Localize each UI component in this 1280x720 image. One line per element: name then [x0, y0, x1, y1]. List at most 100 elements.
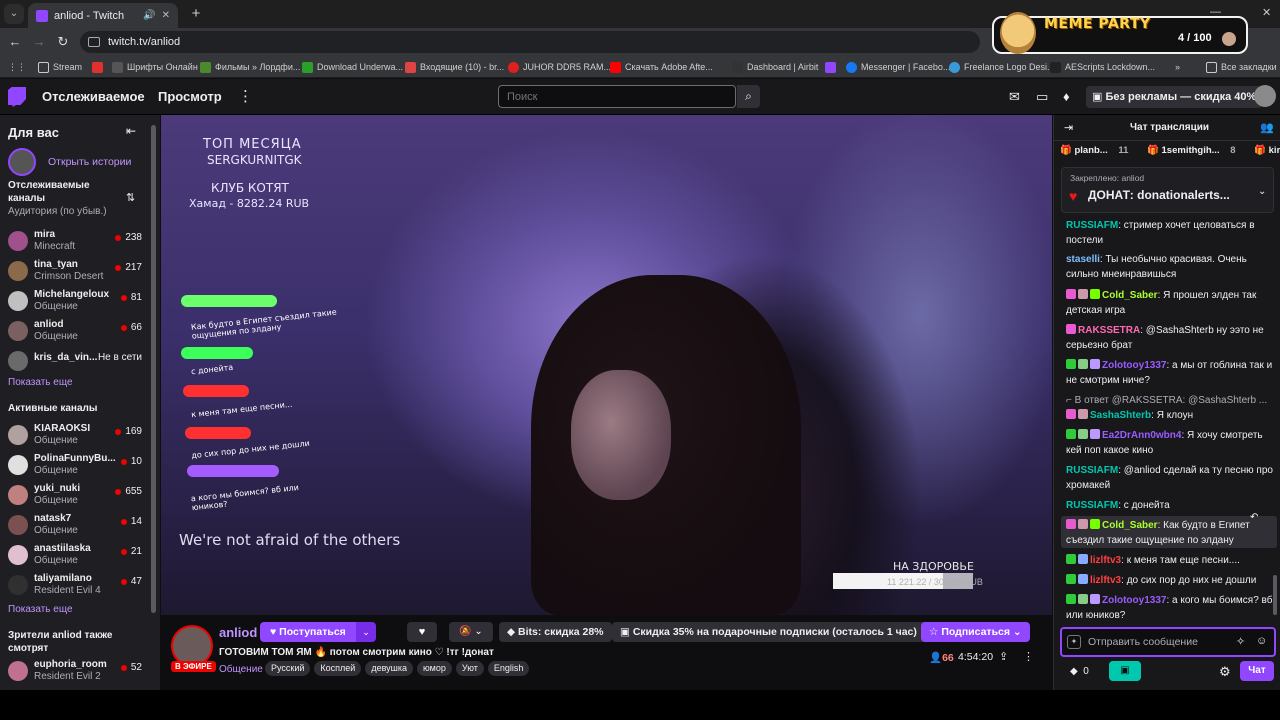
sidebar-channel-taliyamilano[interactable]: taliyamilano Resident Evil 4 47	[8, 571, 146, 599]
chevron-down-icon[interactable]: ⌄	[1258, 186, 1266, 197]
nav-browse[interactable]: Просмотр	[158, 89, 222, 104]
sidebar-channel-anliod[interactable]: anliod Общение 66	[8, 317, 146, 345]
chat-message[interactable]: RUSSIAFM: с донейта	[1066, 498, 1274, 513]
sidebar-channel-anastiilaska[interactable]: anastiilaska Общение 21	[8, 541, 146, 569]
tag[interactable]: Русский	[265, 661, 311, 676]
bookmark-item[interactable]: Все закладки	[1206, 60, 1277, 74]
chat-message[interactable]: RUSSIAFM: @anliod сделай ка ту песню про…	[1066, 463, 1274, 493]
twitch-logo-icon[interactable]	[8, 87, 26, 107]
chat-message[interactable]: Zolotooy1337: а кого мы боимся? вб или ю…	[1066, 593, 1274, 623]
nav-following[interactable]: Отслеживаемое	[42, 89, 145, 104]
collapse-sidebar-icon[interactable]: ⇤	[126, 124, 136, 138]
reply-reference[interactable]: ⌐ В ответ @RAKSSETRA: @SashaShterb ...	[1066, 393, 1274, 408]
bookmark-item[interactable]: AEScripts Lockdown...	[1050, 60, 1155, 74]
show-more-followed-link[interactable]: Показать еще	[8, 377, 73, 388]
bookmark-item[interactable]: Скачать Adobe Afte...	[610, 60, 713, 74]
gifter-item[interactable]: 🎁 1semithgih... 8	[1147, 145, 1243, 156]
chat-message[interactable]: lizlftv3: к меня там еще песни....	[1066, 553, 1274, 568]
speaker-icon[interactable]: 🔊	[143, 10, 155, 21]
gifter-item[interactable]: 🎁 planb... 11	[1060, 145, 1136, 156]
gift-icon[interactable]: ▣	[1109, 661, 1141, 681]
chevron-down-icon[interactable]: ⌄	[356, 622, 376, 642]
bookmark-item[interactable]: Freelance Logo Desi...	[949, 60, 1055, 74]
chat-message[interactable]: lizlftv3: до сих пор до них не дошли	[1066, 573, 1274, 588]
share-icon[interactable]: ⇪	[999, 650, 1008, 663]
tag[interactable]: Косплей	[314, 661, 362, 676]
meme-party-widget[interactable]: MEME PARTY 4 / 100	[992, 12, 1248, 54]
bookmark-item[interactable]	[92, 60, 103, 74]
pinned-message[interactable]: Закреплено: anliod ♥ ДОНАТ: donationaler…	[1061, 167, 1274, 213]
apps-icon[interactable]: ⋮⋮	[8, 60, 26, 74]
chat-message[interactable]: Zolotooy1337: а мы от гоблина так и не с…	[1066, 358, 1274, 388]
stories-button[interactable]: Открыть истории	[8, 148, 131, 176]
user-avatar[interactable]	[1254, 85, 1276, 107]
prime-icon[interactable]: ♦	[1063, 89, 1070, 104]
more-bookmarks-icon[interactable]: »	[1175, 60, 1180, 74]
sidebar-channel-natask7[interactable]: natask7 Общение 14	[8, 511, 146, 539]
inbox-icon[interactable]: ✉	[1009, 89, 1020, 105]
subscribe-button[interactable]: ☆ Подписаться ⌄	[921, 622, 1030, 642]
reload-icon[interactable]: ↻	[54, 33, 72, 51]
sidebar-channel-yuki-nuki[interactable]: yuki_nuki Общение 655	[8, 481, 146, 509]
show-more-active-link[interactable]: Показать еще	[8, 604, 73, 615]
chat-message[interactable]: SashaShterb: Я клоун	[1066, 408, 1274, 423]
tag[interactable]: Уют	[455, 661, 484, 676]
sidebar-channel-kris-da-vin[interactable]: kris_da_vin... Не в сети	[8, 347, 146, 375]
points-icon[interactable]: ✦	[1067, 635, 1081, 649]
reply-icon[interactable]: ↶	[1250, 512, 1258, 523]
browser-tab[interactable]: anliod - Twitch 🔊 ✕	[28, 3, 178, 28]
tab-search-button[interactable]: ⌄	[4, 4, 24, 24]
new-tab-button[interactable]: +	[186, 4, 206, 24]
forward-icon[interactable]: →	[30, 33, 48, 51]
sidebar-channel-mira[interactable]: mira Minecraft 238	[8, 227, 146, 255]
no-ads-button[interactable]: ▣ Без рекламы — скидка 40%	[1086, 86, 1263, 108]
more-options-icon[interactable]: ⋮	[1023, 650, 1034, 663]
video-player[interactable]: ТОП МЕСЯЦА SERGKURNITGK КЛУБ КОТЯТ Хамад…	[161, 115, 1052, 615]
bookmark-item[interactable]: Фильмы » Лордфи...	[200, 60, 300, 74]
community-icon[interactable]: 👥	[1260, 121, 1274, 134]
heart-button[interactable]: ♥	[407, 622, 437, 642]
chat-input[interactable]: ✦ Отправить сообщение ✧ ☺	[1060, 627, 1276, 657]
sidebar-scrollbar[interactable]	[151, 125, 156, 613]
close-window-icon[interactable]: ✕	[1262, 6, 1271, 19]
bookmark-item[interactable]: Download Underwa...	[302, 60, 403, 74]
tag[interactable]: девушка	[365, 661, 414, 676]
sort-icon[interactable]: ⇅	[126, 191, 135, 204]
sidebar-channel-tina-tyan[interactable]: tina_tyan Crimson Desert 217	[8, 257, 146, 285]
gift-subs-offer-button[interactable]: ▣ Скидка 35% на подарочные подписки (ост…	[612, 622, 937, 642]
magic-icon[interactable]: ✧	[1236, 635, 1245, 648]
chat-message[interactable]: RAKSSETRA: @SashaShterb ну ээто не серье…	[1066, 323, 1274, 353]
url-field[interactable]: twitch.tv/anliod	[80, 31, 980, 53]
chat-scrollbar[interactable]	[1273, 575, 1277, 615]
whispers-icon[interactable]: ▭	[1036, 89, 1048, 105]
notifications-button[interactable]: 🔕 ⌄	[449, 622, 493, 642]
close-tab-icon[interactable]: ✕	[162, 10, 170, 21]
chat-message[interactable]: Cold_Saber: Как будто в Египет съездил т…	[1066, 518, 1274, 548]
search-input[interactable]	[498, 85, 736, 108]
gear-icon[interactable]: ⚙	[1219, 664, 1231, 680]
sidebar-channel-kiaraoksi[interactable]: KIARAOKSI Общение 169	[8, 421, 146, 449]
sidebar-channel-polinafunnybu[interactable]: PolinaFunnyBu... Общение 10	[8, 451, 146, 479]
bookmark-item[interactable]: Messenger | Facebo...	[846, 60, 950, 74]
back-icon[interactable]: ←	[6, 33, 24, 51]
bookmark-item[interactable]: Входящие (10) - br...	[405, 60, 504, 74]
site-info-icon[interactable]	[88, 37, 100, 47]
collapse-chat-icon[interactable]: ⇥	[1064, 121, 1073, 134]
chat-message[interactable]: RUSSIAFM: стример хочет целоваться в пос…	[1066, 218, 1274, 248]
bits-offer-button[interactable]: ◆ Bits: скидка 28%	[499, 622, 612, 642]
sidebar-channel-euphoria-room[interactable]: euphoria_room Resident Evil 2 52	[8, 657, 146, 685]
more-menu-icon[interactable]: ⋮	[238, 87, 253, 105]
search-icon[interactable]: ⌕	[737, 85, 760, 108]
chat-message[interactable]: Ea2DrAnn0wbn4: Я хочу смотреть кей поп к…	[1066, 428, 1274, 458]
bookmark-item[interactable]: Stream	[38, 60, 82, 74]
chat-message[interactable]: Cold_Saber: Я прошел элден так детская и…	[1066, 288, 1274, 318]
stream-category-link[interactable]: Общение	[219, 664, 263, 675]
bookmark-item[interactable]	[825, 60, 836, 74]
send-chat-button[interactable]: Чат	[1240, 661, 1274, 681]
bookmark-item[interactable]: Шрифты Онлайн	[112, 60, 198, 74]
chat-message[interactable]: staselli: Ты необычно красивая. Очень си…	[1066, 252, 1274, 282]
emote-icon[interactable]: ☺	[1256, 635, 1267, 647]
sidebar-channel-michelangeloux[interactable]: Michelangeloux Общение 81	[8, 287, 146, 315]
bookmark-item[interactable]: JUHOR DDR5 RAM...	[508, 60, 611, 74]
bits-balance[interactable]: ◆ 0	[1070, 666, 1089, 677]
